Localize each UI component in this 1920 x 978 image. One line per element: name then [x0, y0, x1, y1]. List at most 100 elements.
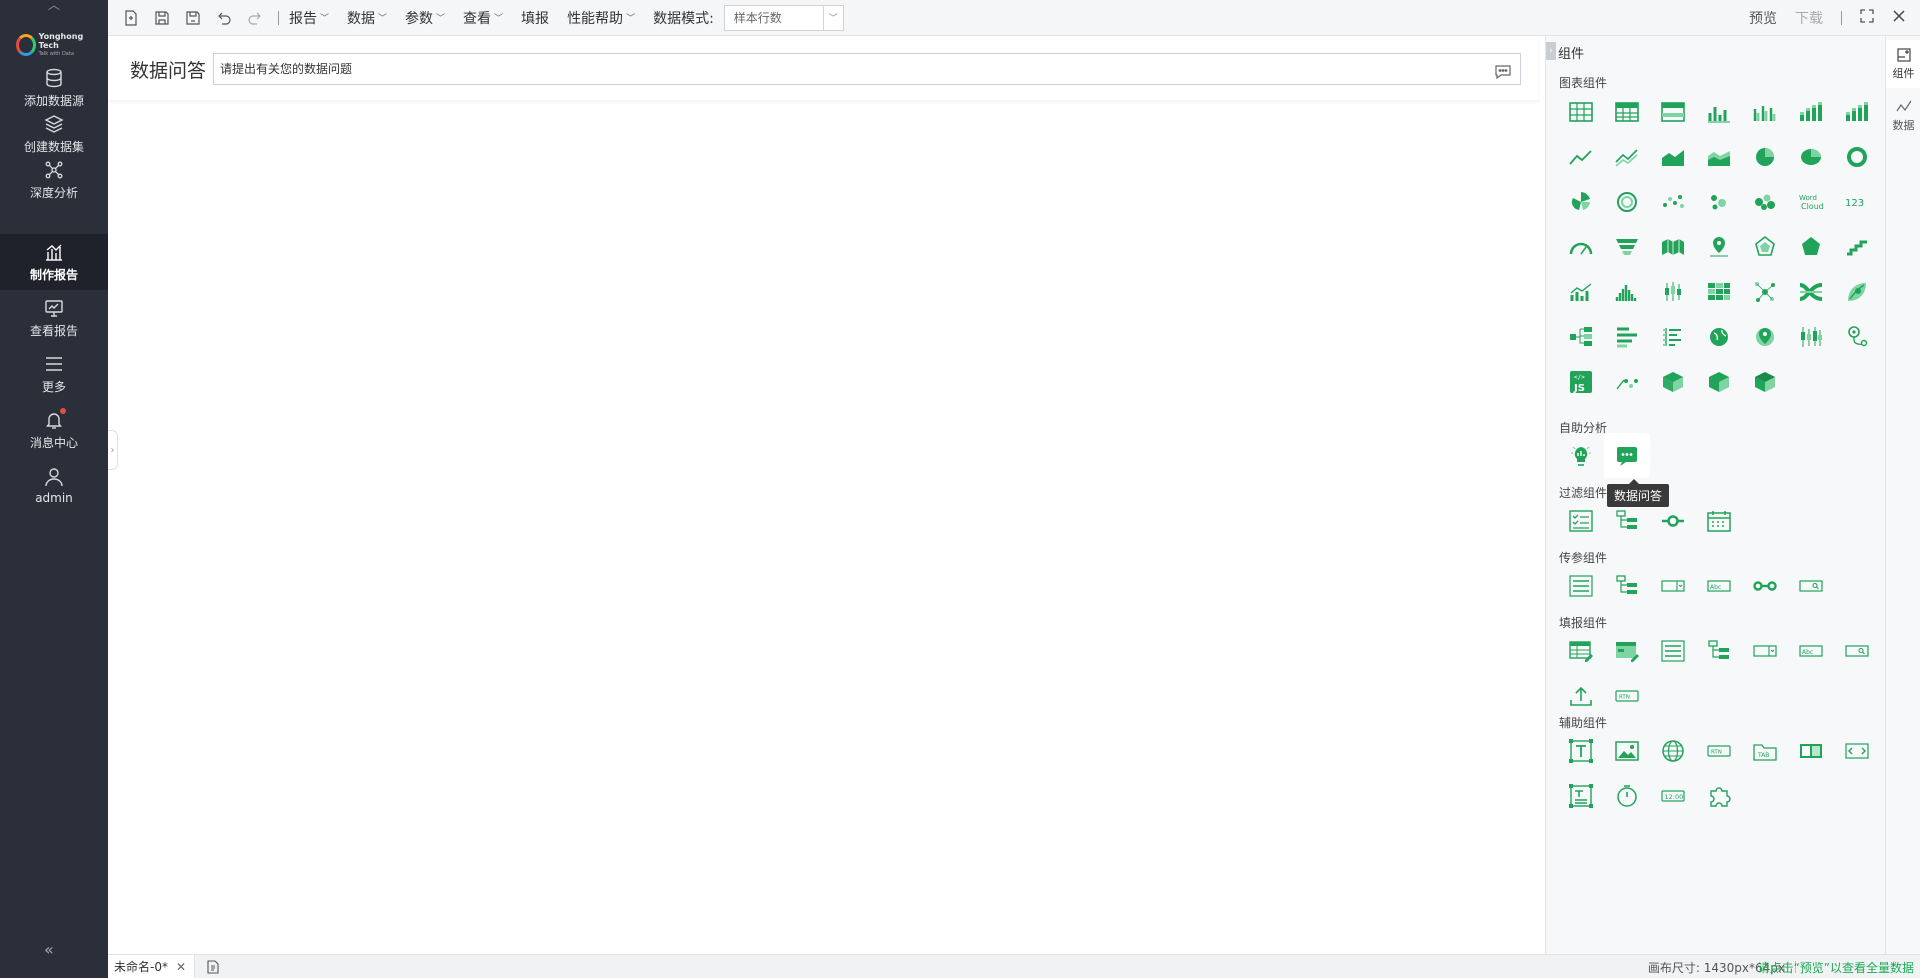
close-icon[interactable]: ✕ — [176, 960, 186, 974]
fill-freestyle-table-icon[interactable] — [1604, 628, 1650, 673]
geo-region-icon[interactable] — [1742, 314, 1788, 359]
bar-chart-icon[interactable] — [1696, 89, 1742, 134]
radar-chart-icon[interactable] — [1742, 224, 1788, 269]
redo-icon[interactable] — [244, 7, 266, 29]
geo-map-icon[interactable] — [1696, 224, 1742, 269]
left-panel-handle-icon[interactable]: › — [108, 430, 118, 470]
qa-question-input[interactable]: 请提出有关您的数据问题 — [213, 53, 1521, 85]
sidebar-item-message-center[interactable]: 消息中心 — [0, 402, 108, 458]
radial-chart-icon[interactable] — [1604, 179, 1650, 224]
filled-radar-icon[interactable] — [1788, 224, 1834, 269]
range-param-icon[interactable] — [1742, 563, 1788, 608]
clock-icon[interactable]: 12:00 — [1650, 773, 1696, 818]
menu-param[interactable]: 参数 ﹀ — [405, 8, 445, 28]
preview-button[interactable]: 预览 — [1749, 8, 1777, 28]
tab-components[interactable]: 组件 — [1886, 40, 1920, 88]
bullet-chart-icon[interactable] — [1650, 314, 1696, 359]
param-list-icon[interactable] — [1558, 563, 1604, 608]
rtn-icon[interactable]: RTN — [1696, 728, 1742, 773]
sidebar-item-admin[interactable]: admin — [0, 458, 108, 514]
dot-plot-icon[interactable] — [1696, 179, 1742, 224]
leaf-chart-icon[interactable] — [1834, 269, 1880, 314]
freestyle-table-icon[interactable] — [1650, 89, 1696, 134]
track-map-icon[interactable] — [1834, 314, 1880, 359]
bubble-chart-icon[interactable] — [1742, 179, 1788, 224]
menu-data[interactable]: 数据 ﹀ — [347, 8, 387, 28]
web-page-icon[interactable] — [1650, 728, 1696, 773]
data-mode-select[interactable]: 样本行数 ﹀ — [723, 4, 844, 31]
pie-chart-icon[interactable] — [1742, 134, 1788, 179]
javascript-chart-icon[interactable]: </> JS — [1558, 359, 1604, 404]
new-report-icon[interactable] — [120, 7, 142, 29]
fill-list-icon[interactable] — [1650, 628, 1696, 673]
close-icon[interactable] — [1892, 9, 1906, 27]
collapse-sidebar-icon[interactable]: « — [44, 940, 54, 959]
table-icon[interactable] — [1558, 89, 1604, 134]
gauge-icon[interactable] — [1558, 224, 1604, 269]
text-param-icon[interactable]: Abc — [1696, 563, 1742, 608]
chevron-up-icon[interactable]: ︿ — [44, 0, 64, 11]
menu-report[interactable]: 报告 ﹀ — [289, 8, 329, 28]
smart-insight-icon[interactable] — [1558, 433, 1604, 478]
trend-dots-icon[interactable] — [1604, 359, 1650, 404]
tab-data[interactable]: 数据 — [1886, 92, 1920, 140]
grouped-bar-icon[interactable] — [1742, 89, 1788, 134]
search-param-icon[interactable] — [1788, 563, 1834, 608]
sidebar-item-make-report[interactable]: 制作报告 — [0, 234, 108, 290]
multi-line-icon[interactable] — [1604, 134, 1650, 179]
percent-bar-icon[interactable] — [1834, 89, 1880, 134]
map-icon[interactable] — [1650, 224, 1696, 269]
funnel-chart-icon[interactable] — [1604, 224, 1650, 269]
heatmap-icon[interactable] — [1696, 269, 1742, 314]
add-document-icon[interactable] — [205, 959, 221, 975]
stacked-area-icon[interactable] — [1696, 134, 1742, 179]
fill-search-icon[interactable] — [1834, 628, 1880, 673]
donut-chart-icon[interactable] — [1834, 134, 1880, 179]
cube-3d-icon[interactable] — [1650, 359, 1696, 404]
tree-chart-icon[interactable] — [1558, 314, 1604, 359]
area-chart-icon[interactable] — [1650, 134, 1696, 179]
globe-icon[interactable] — [1696, 314, 1742, 359]
rose-chart-icon[interactable] — [1558, 179, 1604, 224]
menu-perf-help[interactable]: 性能帮助 ﹀ — [567, 8, 635, 28]
candlestick-chart-icon[interactable] — [1788, 314, 1834, 359]
document-tab[interactable]: 未命名-0* ✕ — [108, 954, 196, 978]
menu-view[interactable]: 查看 ﹀ — [463, 8, 503, 28]
pie-3d-icon[interactable] — [1788, 134, 1834, 179]
rtn-input-icon[interactable]: RTN — [1604, 673, 1650, 718]
data-qa-component[interactable]: 数据问答 请提出有关您的数据问题 — [108, 36, 1538, 100]
rich-text-icon[interactable] — [1558, 773, 1604, 818]
histogram-icon[interactable] — [1604, 269, 1650, 314]
waterfall-chart-icon[interactable] — [1834, 224, 1880, 269]
word-cloud-icon[interactable]: Word Cloud — [1788, 179, 1834, 224]
data-qa-icon[interactable] — [1604, 433, 1650, 478]
line-chart-icon[interactable] — [1558, 134, 1604, 179]
report-canvas[interactable]: 数据问答 请提出有关您的数据问题 — [108, 36, 1545, 954]
fill-table-icon[interactable] — [1558, 628, 1604, 673]
tab-container-icon[interactable]: TAB — [1742, 728, 1788, 773]
upload-icon[interactable] — [1558, 673, 1604, 718]
undo-icon[interactable] — [213, 7, 235, 29]
custom-component-icon[interactable] — [1696, 773, 1742, 818]
relation-chart-icon[interactable] — [1742, 269, 1788, 314]
save-icon[interactable] — [151, 7, 173, 29]
sidebar-item-deep-analysis[interactable]: 深度分析 — [0, 152, 108, 208]
text-box-icon[interactable] — [1558, 728, 1604, 773]
stacked-bar-icon[interactable] — [1788, 89, 1834, 134]
list-filter-icon[interactable] — [1558, 498, 1604, 543]
carousel-icon[interactable] — [1834, 728, 1880, 773]
menu-fill-report[interactable]: 填报 — [521, 8, 549, 28]
calendar-filter-icon[interactable] — [1696, 498, 1742, 543]
sidebar-item-view-report[interactable]: 查看报告 — [0, 290, 108, 346]
image-icon[interactable] — [1604, 728, 1650, 773]
boxplot-icon[interactable] — [1650, 269, 1696, 314]
collapse-panel-icon[interactable]: › — [1546, 42, 1556, 60]
download-button[interactable]: 下载 — [1795, 8, 1823, 28]
sankey-chart-icon[interactable] — [1788, 269, 1834, 314]
cube-3d-alt-icon[interactable] — [1696, 359, 1742, 404]
sidebar-item-more[interactable]: 更多 — [0, 346, 108, 402]
metric-card-icon[interactable]: 123 — [1834, 179, 1880, 224]
crosstab-icon[interactable] — [1604, 89, 1650, 134]
chat-send-icon[interactable] — [1494, 61, 1512, 80]
combo-chart-icon[interactable] — [1558, 269, 1604, 314]
